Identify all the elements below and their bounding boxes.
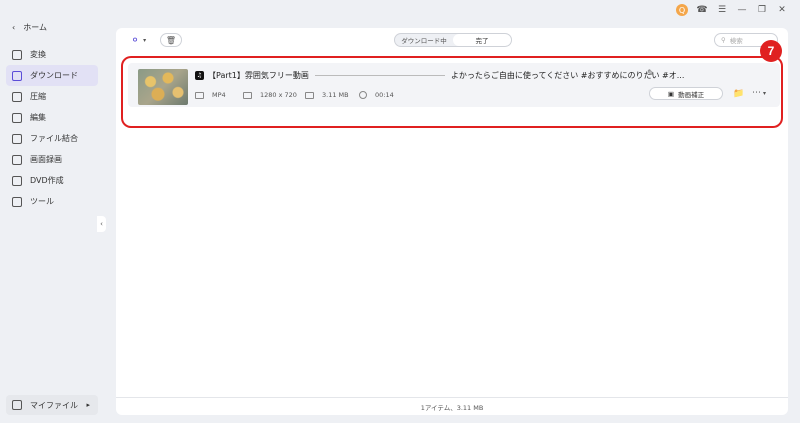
close-icon[interactable]: ✕: [776, 4, 788, 16]
title-bar: Q ☎ ☰ — ❐ ✕: [0, 0, 800, 20]
sidebar-nav: 変換 ダウンロード 圧縮 編集 ファイル結合 画面録画 DVD作成 ツール: [6, 44, 98, 212]
tab-completed[interactable]: 完了: [453, 34, 511, 46]
sidebar-item-merge[interactable]: ファイル結合: [6, 128, 98, 149]
add-download-button[interactable]: ⚬ ▾: [130, 33, 146, 47]
status-footer: 1アイテム、3.11 MB: [116, 397, 788, 415]
status-tabs: ダウンロード中 完了: [394, 33, 512, 47]
sidebar-item-label: 編集: [30, 113, 46, 122]
search-placeholder: 検索: [729, 37, 743, 45]
compress-icon: [12, 91, 22, 102]
dvd-icon: [12, 175, 22, 186]
sidebar-item-edit[interactable]: 編集: [6, 107, 98, 128]
sidebar-item-download[interactable]: ダウンロード: [6, 65, 98, 86]
annotation-badge: 7: [760, 40, 782, 62]
item-summary: 1アイテム、3.11 MB: [420, 403, 484, 412]
edit-scissors-icon: [12, 112, 22, 123]
user-avatar[interactable]: Q: [676, 4, 688, 16]
sidebar-item-tools[interactable]: ツール: [6, 191, 98, 212]
sidebar-item-label: ツール: [30, 197, 54, 206]
add-link-icon: ⚬: [130, 33, 141, 47]
back-chevron-icon: ‹: [12, 23, 16, 32]
sidebar-item-label: DVD作成: [30, 176, 64, 185]
home-label: ホーム: [23, 23, 47, 32]
chevron-left-icon: ‹: [100, 220, 103, 228]
minimize-icon[interactable]: —: [736, 4, 748, 16]
sidebar-item-label: 画面録画: [30, 155, 62, 164]
sidebar-item-compress[interactable]: 圧縮: [6, 86, 98, 107]
sidebar-item-convert[interactable]: 変換: [6, 44, 98, 65]
caret-down-icon: ▾: [143, 36, 147, 44]
download-icon: [12, 70, 22, 81]
sidebar-item-label: ダウンロード: [30, 71, 78, 80]
screen-record-icon: [12, 154, 22, 165]
convert-icon: [12, 49, 22, 60]
my-files-label: マイファイル: [30, 400, 78, 410]
sidebar-collapse-button[interactable]: ‹: [97, 216, 106, 232]
headset-icon[interactable]: ☎: [696, 4, 708, 16]
sidebar-item-dvd[interactable]: DVD作成: [6, 170, 98, 191]
sidebar: ‹ ホーム 変換 ダウンロード 圧縮 編集 ファイル結合 画面録画 DVD作成 …: [0, 0, 104, 423]
restore-icon[interactable]: ❐: [756, 4, 768, 16]
trash-icon: 🗑: [165, 35, 177, 45]
delete-button[interactable]: 🗑: [160, 33, 182, 47]
sidebar-item-screen-record[interactable]: 画面録画: [6, 149, 98, 170]
window-controls: Q ☎ ☰ — ❐ ✕: [676, 4, 788, 16]
folder-icon: [12, 400, 22, 410]
home-link[interactable]: ‹ ホーム: [12, 22, 47, 33]
tools-icon: [12, 196, 22, 207]
chevron-right-icon: ▸: [86, 401, 90, 409]
menu-icon[interactable]: ☰: [716, 4, 728, 16]
sidebar-item-label: 圧縮: [30, 92, 46, 101]
toolbar: ⚬ ▾ 🗑 ダウンロード中 完了 ⚲ 検索: [128, 33, 778, 49]
sidebar-item-label: 変換: [30, 50, 46, 59]
my-files-button[interactable]: マイファイル ▸: [6, 395, 98, 415]
sidebar-item-label: ファイル結合: [30, 134, 78, 143]
tab-downloading[interactable]: ダウンロード中: [395, 34, 453, 46]
annotation-highlight-box: [121, 56, 783, 128]
merge-icon: [12, 133, 22, 144]
search-icon: ⚲: [721, 36, 726, 44]
